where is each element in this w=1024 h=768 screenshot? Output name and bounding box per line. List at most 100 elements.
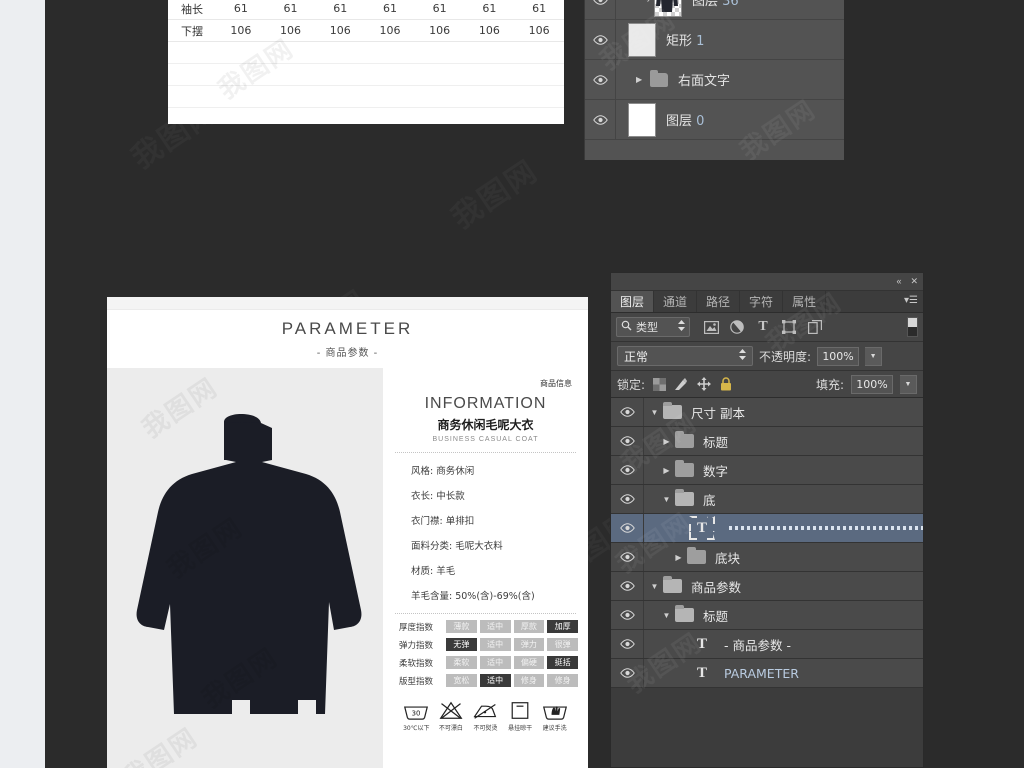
- visibility-toggle[interactable]: [585, 100, 616, 139]
- layer-row[interactable]: ▶T- 商品参数 -: [611, 630, 923, 659]
- eye-icon: [619, 465, 635, 475]
- layer-row[interactable]: ⤷ 图层 36: [585, 0, 844, 20]
- lock-position-icon[interactable]: [696, 377, 711, 392]
- visibility-toggle[interactable]: [585, 0, 616, 19]
- care-label: 不可熨烫: [473, 725, 498, 732]
- info-heading-cn: 商务休闲毛呢大衣: [437, 418, 534, 432]
- table-cell: 61: [514, 0, 564, 20]
- chevron-down-icon[interactable]: ▼: [660, 611, 673, 620]
- chevron-down-icon[interactable]: ▼: [660, 495, 673, 504]
- layer-row[interactable]: ▼ 商品参数: [611, 572, 923, 601]
- index-option: 修身: [547, 674, 578, 687]
- layer-thumbnail: [628, 102, 656, 137]
- layer-row[interactable]: ▶ 右面文字: [585, 60, 844, 100]
- pixel-filter-icon[interactable]: [698, 320, 724, 334]
- care-label: 悬挂晾干: [508, 725, 533, 732]
- layer-row[interactable]: ▼ 底: [611, 485, 923, 514]
- table-row-empty: [168, 63, 564, 86]
- tab-1[interactable]: 通道: [654, 291, 698, 312]
- table-cell: 61: [365, 0, 415, 20]
- layer-row[interactable]: ▶ 数字: [611, 456, 923, 485]
- chevron-updown-icon: [739, 347, 746, 365]
- visibility-toggle[interactable]: [611, 427, 644, 455]
- spec-row: 材质: 羊毛: [411, 566, 456, 577]
- type-filter-icon[interactable]: T: [750, 319, 776, 335]
- lock-image-icon[interactable]: [674, 377, 689, 392]
- layer-name: 标题: [703, 434, 729, 450]
- collapse-icon[interactable]: «: [896, 277, 901, 286]
- tab-0[interactable]: 图层: [611, 291, 655, 312]
- layer-row[interactable]: ▶TPARAMETER: [611, 659, 923, 688]
- index-option: 偏硬: [513, 656, 545, 669]
- layer-row[interactable]: ▶ 底块: [611, 543, 923, 572]
- eye-icon: [619, 523, 635, 533]
- filter-toggle[interactable]: [907, 317, 918, 337]
- visibility-toggle[interactable]: [611, 514, 644, 542]
- folder-icon: [650, 69, 668, 87]
- lock-all-icon[interactable]: [718, 377, 733, 392]
- visibility-toggle[interactable]: [611, 659, 644, 687]
- layer-row[interactable]: ▼ 标题: [611, 601, 923, 630]
- visibility-toggle[interactable]: [611, 485, 644, 513]
- index-row: 版型指数 宽松 适中 修身 修身: [399, 674, 578, 687]
- layer-row[interactable]: ▶ 标题: [611, 427, 923, 456]
- index-option: 适中: [479, 638, 511, 651]
- visibility-toggle[interactable]: [611, 572, 644, 600]
- table-cell: 106: [414, 19, 465, 42]
- visibility-toggle[interactable]: [611, 456, 644, 484]
- visibility-toggle[interactable]: [611, 601, 644, 629]
- coat-illustration: [136, 414, 362, 714]
- table-row-label: 袖长: [168, 0, 216, 20]
- layer-filter-row: 类型 T: [611, 313, 923, 342]
- layer-row[interactable]: 图层 0: [585, 100, 844, 140]
- spec-row: 衣门襟: 单排扣: [411, 516, 475, 527]
- smart-object-filter-icon[interactable]: [802, 320, 828, 334]
- chevron-right-icon[interactable]: ▶: [636, 75, 646, 84]
- care-item: 建议手洗: [537, 701, 572, 732]
- secondary-layers-panel: ⤷产品图放下面⤷图层 36矩形 1▶右面文字图层 0 我图网 我图网: [584, 0, 844, 160]
- fill-stepper[interactable]: ▼: [900, 374, 917, 394]
- layer-thumbnail: [628, 22, 656, 57]
- chevron-right-icon[interactable]: ▶: [672, 553, 685, 562]
- chevron-right-icon[interactable]: ▶: [660, 466, 673, 475]
- index-row: 弹力指数 无弹 适中 弹力 很弹: [399, 638, 578, 651]
- fill-value[interactable]: 100%: [851, 374, 893, 394]
- tab-3[interactable]: 字符: [740, 291, 784, 312]
- chevron-down-icon[interactable]: ▼: [648, 408, 661, 417]
- lock-transparency-icon[interactable]: [652, 377, 667, 392]
- index-label: 弹力指数: [399, 640, 434, 651]
- folder-icon: [663, 402, 682, 419]
- layer-row[interactable]: ▼ 尺寸 副本: [611, 398, 923, 427]
- visibility-toggle[interactable]: [585, 20, 616, 59]
- table-cell: 61: [414, 0, 465, 20]
- table-cell: 106: [216, 19, 266, 42]
- table-cell: 106: [514, 19, 564, 42]
- layer-row[interactable]: 矩形 1: [585, 20, 844, 60]
- opacity-stepper[interactable]: ▼: [865, 346, 883, 366]
- layer-row[interactable]: ▶T: [611, 514, 923, 543]
- visibility-toggle[interactable]: [611, 543, 644, 571]
- eye-icon: [592, 114, 608, 125]
- opacity-value[interactable]: 100%: [817, 346, 860, 366]
- shape-filter-icon[interactable]: [776, 320, 802, 334]
- chevron-right-icon[interactable]: ▶: [660, 437, 673, 446]
- eye-icon: [619, 407, 635, 417]
- blend-mode-select[interactable]: 正常: [617, 346, 753, 366]
- panel-menu-icon[interactable]: ▾☰: [904, 295, 918, 306]
- close-icon[interactable]: ✕: [910, 277, 918, 286]
- adjustment-filter-icon[interactable]: [724, 320, 750, 334]
- divider-dotted: [395, 613, 576, 614]
- type-layer-icon: T: [689, 516, 715, 540]
- filter-kind-select[interactable]: 类型: [616, 317, 690, 337]
- index-option: 薄款: [446, 620, 477, 633]
- divider-dotted: [395, 452, 576, 453]
- tab-4[interactable]: 属性: [783, 291, 827, 312]
- layer-name: 图层 0: [666, 114, 705, 129]
- chevron-down-icon[interactable]: ▼: [648, 582, 661, 591]
- visibility-toggle[interactable]: [585, 60, 616, 99]
- visibility-toggle[interactable]: [611, 630, 644, 658]
- document-title-block: PARAMETER - 商品参数 -: [107, 310, 588, 368]
- visibility-toggle[interactable]: [611, 398, 644, 426]
- tab-2[interactable]: 路径: [697, 291, 741, 312]
- spec-row: 面料分类: 毛呢大衣料: [411, 541, 503, 552]
